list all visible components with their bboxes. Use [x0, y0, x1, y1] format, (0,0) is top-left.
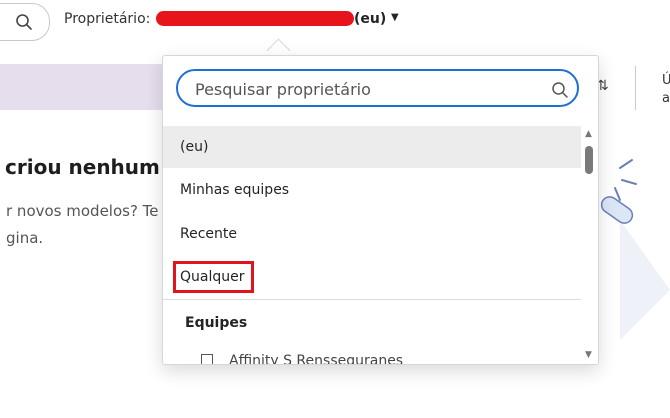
toolbar-divider	[635, 66, 636, 110]
top-toolbar: Proprietário: (eu) ▼	[0, 0, 670, 46]
dropdown-scrollbar[interactable]: ▲ ▼	[581, 125, 598, 364]
owner-dropdown-panel: (eu) Minhas equipes Recente Qualquer Equ…	[162, 55, 599, 365]
team-icon	[201, 354, 213, 364]
caret-down-icon[interactable]: ▼	[391, 12, 399, 23]
empty-state-title: criou nenhum	[5, 155, 160, 179]
list-divider	[163, 299, 581, 300]
scrollbar-thumb[interactable]	[585, 146, 593, 174]
scroll-up-arrow-icon[interactable]: ▲	[585, 129, 592, 139]
header-right-text-top: Ú	[662, 73, 670, 88]
owner-option-label: Minhas equipes	[180, 182, 290, 198]
owner-option-any[interactable]: Qualquer	[163, 256, 581, 298]
owner-filter-value[interactable]: (eu)	[354, 11, 386, 27]
search-icon[interactable]	[551, 81, 569, 99]
banner-right-area	[598, 64, 670, 110]
owner-option-me[interactable]: (eu)	[163, 126, 581, 168]
owner-option-label: Qualquer	[173, 261, 254, 293]
scroll-down-arrow-icon[interactable]: ▼	[585, 350, 592, 360]
owner-option-label: Recente	[180, 226, 237, 242]
search-icon	[16, 14, 32, 30]
team-item[interactable]: Affinity S Rensseguranes	[229, 353, 403, 364]
owner-filter-label: Proprietário:	[64, 11, 151, 27]
empty-state-text-2: gina.	[6, 229, 44, 247]
owner-option-my-teams[interactable]: Minhas equipes	[163, 169, 581, 211]
owner-option-label: (eu)	[180, 139, 209, 155]
owner-options-list: (eu) Minhas equipes Recente Qualquer Equ…	[163, 125, 581, 364]
owner-search-field[interactable]	[176, 69, 579, 107]
empty-state-text: r novos modelos? Te	[6, 202, 159, 220]
owner-search-input[interactable]	[193, 77, 537, 101]
search-button[interactable]	[0, 3, 50, 41]
owner-option-recent[interactable]: Recente	[163, 213, 581, 255]
header-right-text-bottom: a	[662, 91, 670, 106]
teams-group-header: Equipes	[185, 315, 248, 331]
header-right-text: Ú a	[662, 72, 670, 108]
owner-name-redacted	[156, 11, 354, 26]
